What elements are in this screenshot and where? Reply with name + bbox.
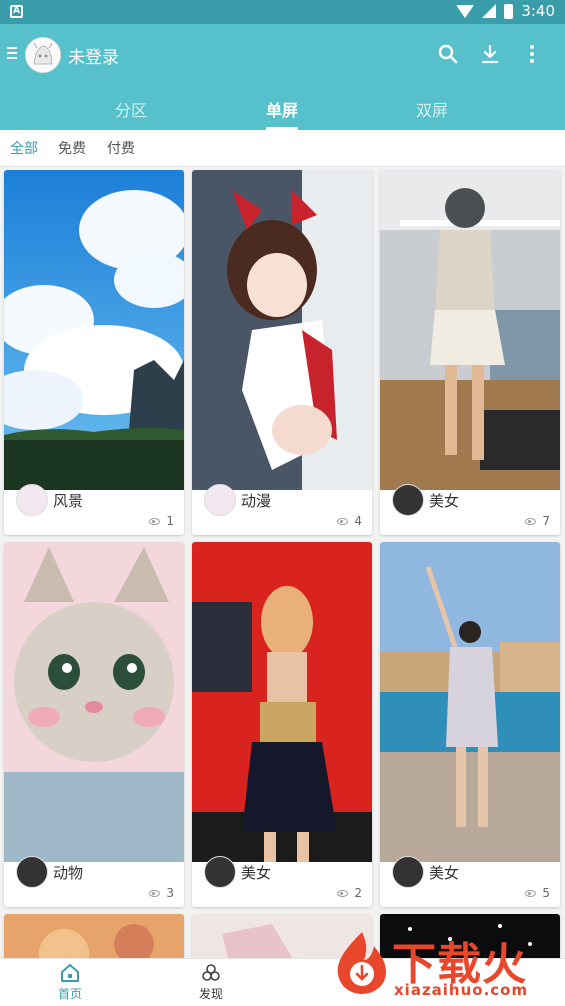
wallpaper-thumbnail	[380, 542, 560, 862]
wallpaper-card[interactable]: 美女 5	[380, 542, 560, 907]
app-bar: 未登录 分区 单屏 双屏	[0, 24, 565, 130]
wallpaper-card[interactable]: 动物 3	[4, 542, 184, 907]
search-icon[interactable]	[436, 42, 460, 66]
avatar	[204, 484, 236, 516]
status-time: 3:40	[521, 2, 555, 20]
category-label: 美女	[429, 864, 460, 882]
avatar[interactable]	[25, 37, 61, 73]
wallpaper-thumbnail	[4, 170, 184, 490]
wallpaper-card[interactable]: 美女 7	[380, 170, 560, 535]
wallpaper-thumbnail	[4, 914, 184, 958]
more-vert-icon[interactable]	[520, 42, 544, 66]
filter-free[interactable]: 免费	[58, 138, 86, 158]
view-count: 1	[149, 514, 174, 528]
avatar	[392, 856, 424, 888]
watermark-url: xiazaihuo.com	[394, 981, 529, 999]
download-icon[interactable]	[478, 42, 502, 66]
wallpaper-card[interactable]	[4, 914, 184, 958]
eye-icon	[525, 889, 537, 897]
status-bar: A 3:40	[0, 0, 565, 24]
view-count: 4	[337, 514, 362, 528]
category-label: 动漫	[241, 492, 272, 510]
category-label: 美女	[241, 864, 272, 882]
category-label: 动物	[53, 864, 84, 882]
avatar	[392, 484, 424, 516]
app-title: 未登录	[68, 48, 119, 68]
filter-bar: 全部 免费 付费	[0, 130, 565, 167]
nav-home-label: 首页	[57, 987, 82, 1001]
flame-logo-icon	[337, 932, 386, 994]
tab-single-screen[interactable]: 单屏	[252, 97, 312, 121]
avatar	[204, 856, 236, 888]
tab-dual-screen[interactable]: 双屏	[402, 97, 462, 121]
eye-icon	[337, 517, 349, 525]
signal-icon	[482, 4, 497, 18]
view-count: 3	[149, 886, 174, 900]
battery-icon	[504, 3, 514, 19]
view-count: 2	[337, 886, 362, 900]
wallpaper-card[interactable]: 风景 1	[4, 170, 184, 535]
nav-discover[interactable]: 发现	[176, 963, 246, 1002]
tab-bar: 分区 单屏 双屏	[0, 90, 565, 130]
wallpaper-thumbnail	[192, 170, 372, 490]
wallpaper-thumbnail	[4, 542, 184, 862]
wallpaper-thumbnail	[192, 542, 372, 862]
wallpaper-grid: 风景 1 动漫 4 美女 7 动物 3 美女 2 美女 5	[0, 166, 565, 958]
watermark: 下载火 xiazaihuo.com	[330, 926, 560, 1004]
view-count: 5	[525, 886, 550, 900]
wifi-icon	[456, 4, 475, 18]
home-icon	[61, 964, 79, 982]
eye-icon	[525, 517, 537, 525]
nav-home[interactable]: 首页	[35, 963, 105, 1002]
wallpaper-card[interactable]: 动漫 4	[192, 170, 372, 535]
filter-all[interactable]: 全部	[10, 138, 38, 158]
avatar	[16, 484, 48, 516]
menu-icon[interactable]	[7, 44, 17, 62]
nav-discover-label: 发现	[198, 987, 223, 1001]
discover-icon	[202, 964, 220, 981]
notification-icon: A	[10, 5, 23, 18]
avatar	[16, 856, 48, 888]
wallpaper-card[interactable]: 美女 2	[192, 542, 372, 907]
view-count: 7	[525, 514, 550, 528]
category-label: 风景	[53, 492, 84, 510]
category-label: 美女	[429, 492, 460, 510]
filter-paid[interactable]: 付费	[107, 138, 135, 158]
eye-icon	[149, 889, 161, 897]
wallpaper-thumbnail	[380, 170, 560, 490]
tab-sections[interactable]: 分区	[101, 97, 161, 121]
eye-icon	[337, 889, 349, 897]
eye-icon	[149, 517, 161, 525]
